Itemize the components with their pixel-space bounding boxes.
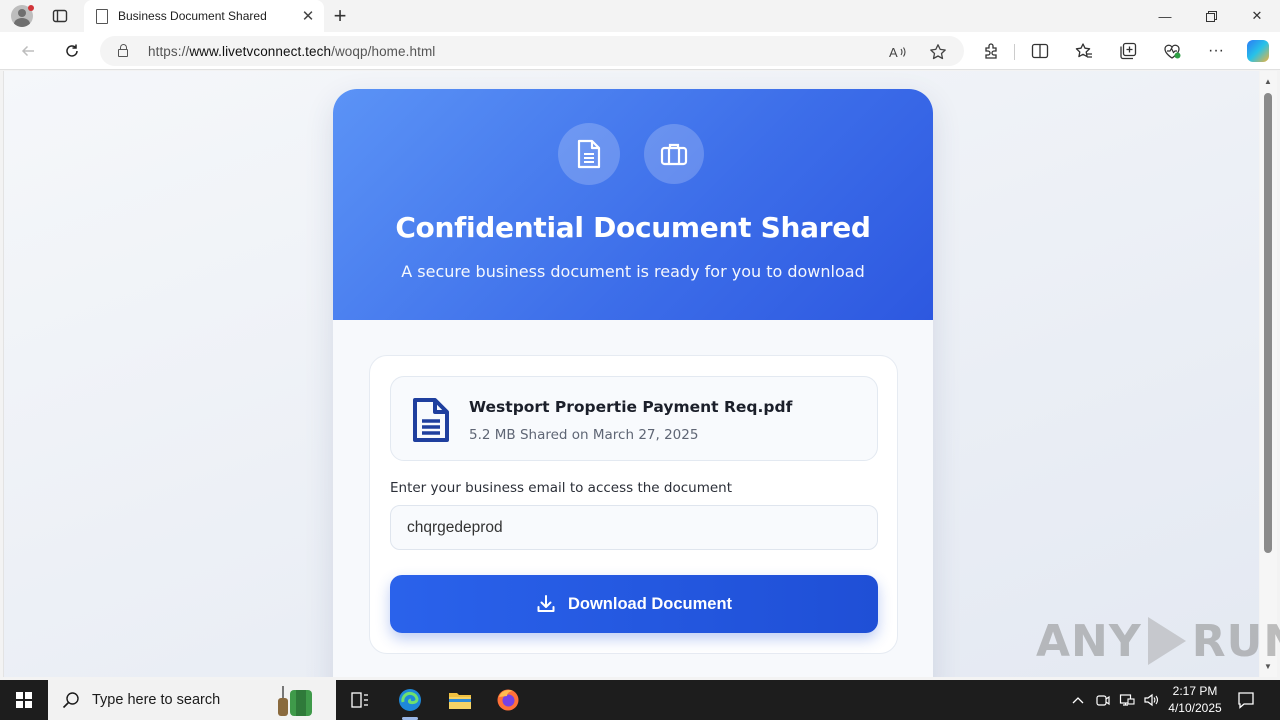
page-viewport: Confidential Document Shared A secure bu…	[3, 71, 1259, 677]
extensions-icon[interactable]	[975, 37, 1007, 65]
file-explorer-icon[interactable]	[440, 684, 480, 716]
page-title: Confidential Document Shared	[395, 211, 871, 244]
favorites-icon[interactable]	[1068, 37, 1100, 65]
copilot-icon[interactable]	[1242, 37, 1274, 65]
briefcase-icon	[644, 124, 704, 184]
scrollbar-thumb[interactable]	[1264, 93, 1272, 553]
svg-text:A: A	[889, 45, 898, 60]
anyrun-watermark: ANYRUN	[1036, 615, 1280, 667]
more-options-icon[interactable]: ···	[1200, 37, 1232, 65]
download-button[interactable]: Download Document	[390, 575, 878, 633]
search-placeholder: Type here to search	[92, 692, 221, 708]
windows-taskbar: Type here to search 2:17 PM 4/10/2025	[0, 680, 1280, 720]
page-subtitle: A secure business document is ready for …	[401, 262, 865, 281]
address-toolbar: https://www.livetvconnect.tech/woqp/home…	[0, 32, 1280, 70]
tab-actions-icon[interactable]	[48, 4, 72, 28]
browser-essentials-icon[interactable]	[1156, 37, 1188, 65]
page-icon	[96, 8, 108, 24]
browser-tab-strip: Business Document Shared ✕ + — ✕	[0, 0, 1280, 32]
start-windows-icon[interactable]	[0, 680, 48, 720]
document-icon	[558, 123, 620, 185]
download-button-label: Download Document	[567, 594, 733, 613]
toolbar-divider	[1014, 44, 1015, 60]
card-body: Westport Propertie Payment Req.pdf 5.2 M…	[333, 320, 933, 677]
file-icon	[411, 397, 451, 443]
share-card: Confidential Document Shared A secure bu…	[333, 89, 933, 677]
card-header: Confidential Document Shared A secure bu…	[333, 89, 933, 320]
clock-time: 2:17 PM	[1172, 684, 1218, 698]
page-scrollbar[interactable]: ▲ ▼	[1260, 71, 1277, 677]
favorite-star-icon[interactable]	[924, 41, 952, 63]
profile-avatar-icon[interactable]	[10, 4, 34, 28]
network-icon[interactable]	[1116, 680, 1138, 720]
show-hidden-icons-chevron[interactable]	[1068, 680, 1088, 720]
edge-taskbar-icon[interactable]	[390, 684, 430, 720]
lock-icon[interactable]	[118, 44, 128, 57]
download-icon	[537, 595, 555, 612]
new-tab-icon[interactable]: +	[328, 3, 352, 28]
split-screen-icon[interactable]	[1024, 37, 1056, 65]
search-highlight-golf-icon	[278, 686, 312, 716]
notifications-icon[interactable]	[1234, 688, 1258, 712]
scroll-up-icon[interactable]: ▲	[1264, 77, 1272, 86]
file-name: Westport Propertie Payment Req.pdf	[469, 398, 793, 416]
close-tab-icon[interactable]: ✕	[296, 4, 320, 28]
reload-icon[interactable]	[58, 37, 86, 65]
clock-date: 4/10/2025	[1168, 701, 1222, 715]
tab-title: Business Document Shared	[118, 9, 267, 23]
minimize-icon[interactable]: —	[1142, 0, 1188, 32]
close-window-icon[interactable]: ✕	[1234, 0, 1280, 32]
url-bar[interactable]: https://www.livetvconnect.tech/woqp/home…	[100, 36, 964, 66]
read-aloud-icon[interactable]: A	[884, 41, 912, 63]
file-info-box: Westport Propertie Payment Req.pdf 5.2 M…	[390, 376, 878, 461]
url-text: https://www.livetvconnect.tech/woqp/home…	[148, 43, 436, 59]
back-arrow-icon[interactable]	[14, 37, 42, 65]
taskbar-clock[interactable]: 2:17 PM 4/10/2025	[1164, 683, 1226, 717]
firefox-icon[interactable]	[488, 684, 528, 716]
taskbar-search-box[interactable]: Type here to search	[48, 680, 336, 720]
task-view-icon[interactable]	[340, 684, 380, 716]
email-label: Enter your business email to access the …	[390, 480, 733, 496]
meet-now-icon[interactable]	[1092, 680, 1114, 720]
download-panel: Westport Propertie Payment Req.pdf 5.2 M…	[369, 355, 898, 654]
active-tab[interactable]: Business Document Shared ✕	[84, 0, 324, 32]
volume-icon[interactable]	[1140, 680, 1162, 720]
collections-icon[interactable]	[1112, 37, 1144, 65]
search-icon	[62, 692, 79, 709]
restore-icon[interactable]	[1188, 0, 1234, 32]
email-input[interactable]	[390, 505, 878, 550]
file-meta: 5.2 MB Shared on March 27, 2025	[469, 427, 699, 443]
